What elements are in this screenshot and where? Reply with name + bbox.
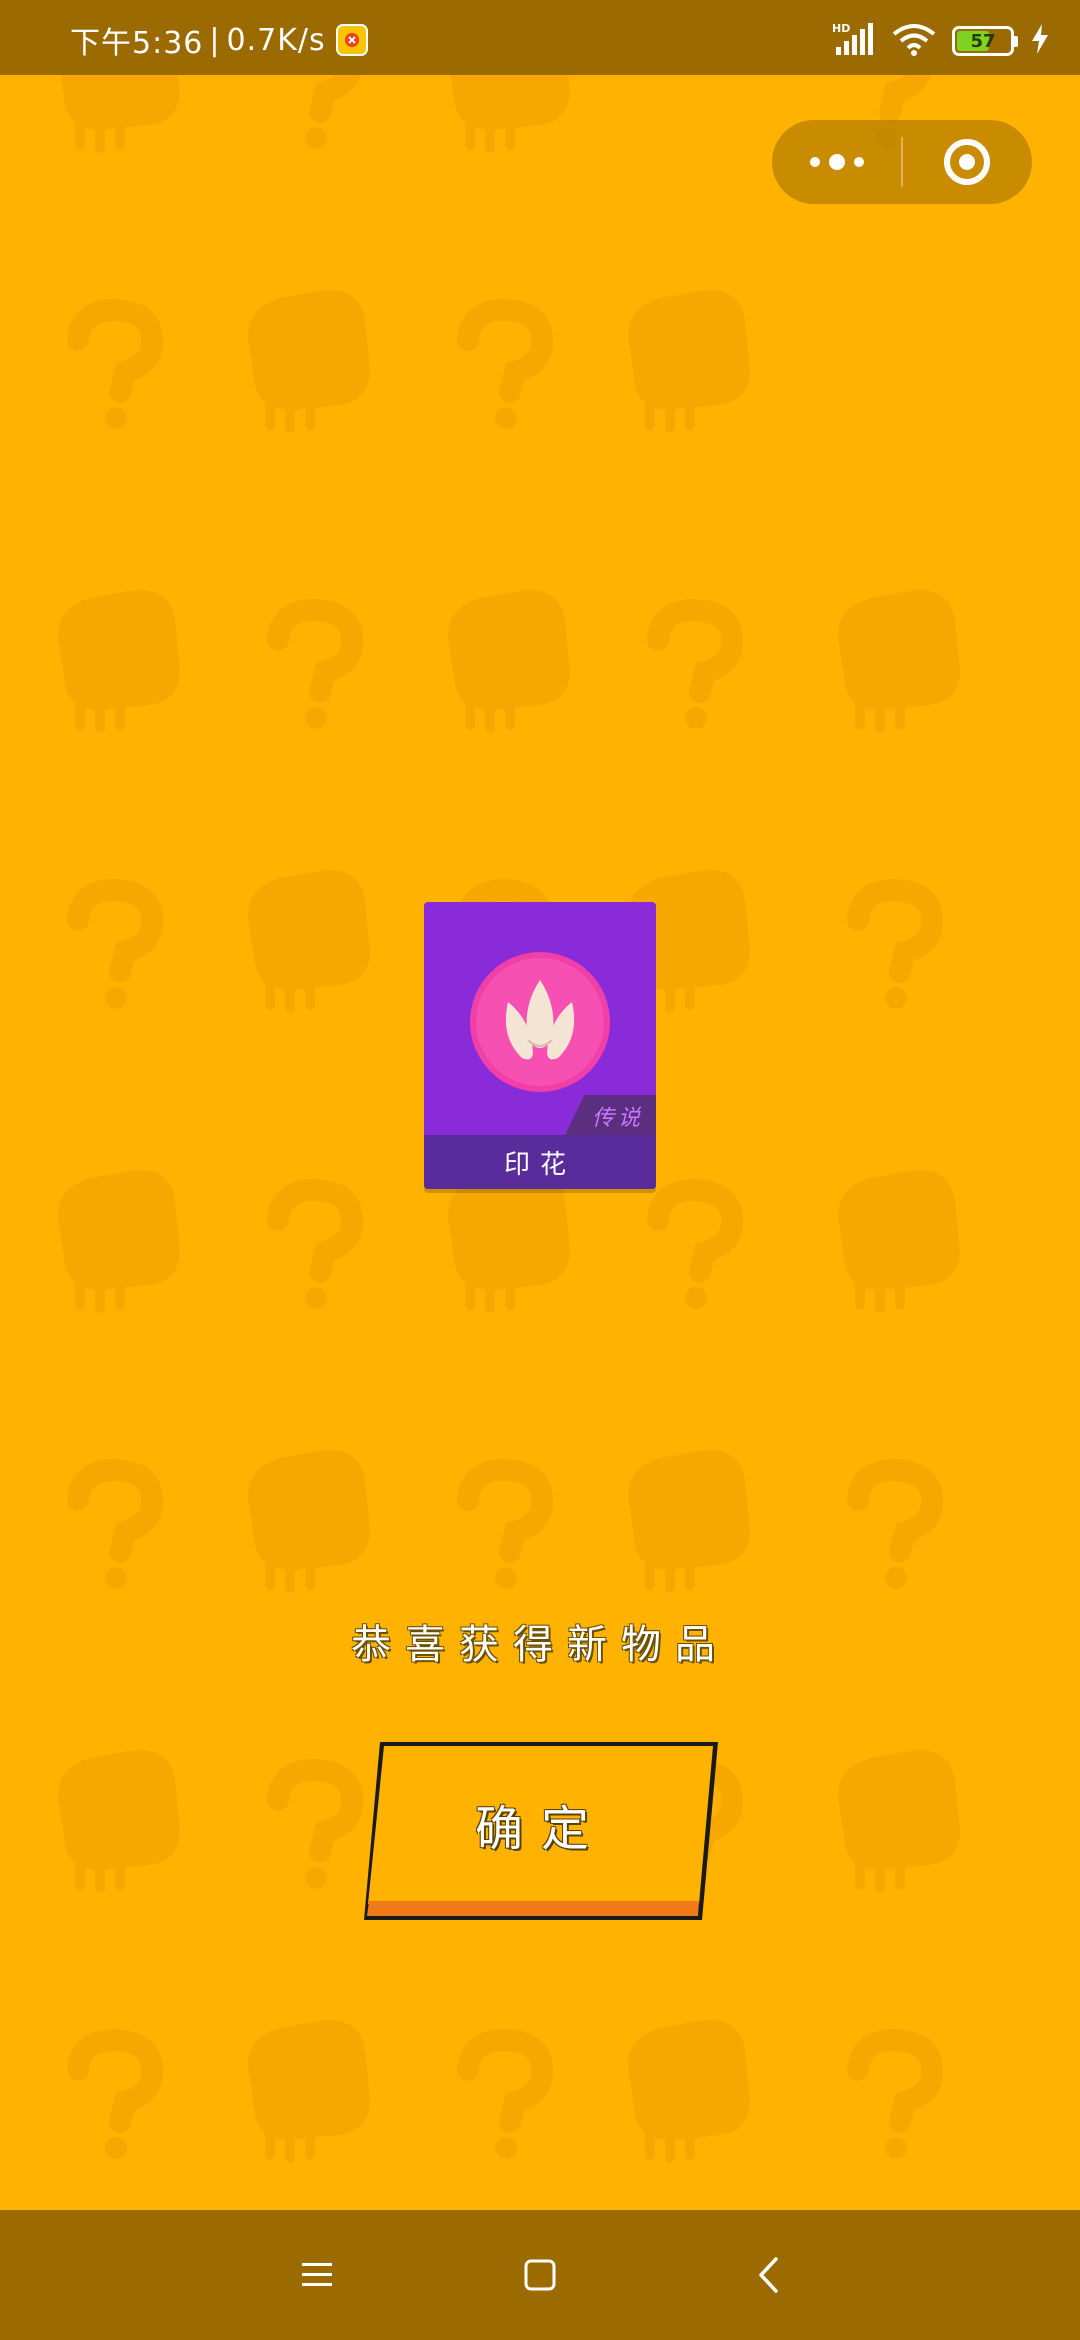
status-bar: 下午5:36 | 0.7K/s HD 57 [0, 0, 1080, 75]
charging-bolt-icon [1030, 24, 1050, 58]
more-dots-icon [809, 154, 864, 170]
wifi-icon [892, 22, 936, 60]
more-button[interactable] [772, 120, 901, 204]
reward-screen: 下午5:36 | 0.7K/s HD 57 传说 印花 恭喜获得新物品 确定 [0, 0, 1080, 2340]
congrats-message: 恭喜获得新物品 [351, 1622, 729, 1668]
signal-icon: HD [832, 21, 876, 61]
hd-label: HD [832, 22, 850, 35]
menu-button[interactable] [282, 2240, 352, 2310]
battery-icon: 57 [952, 26, 1018, 56]
home-button[interactable] [505, 2240, 575, 2310]
miniprogram-capsule [772, 120, 1032, 204]
item-name: 印花 [424, 1135, 656, 1189]
lotus-icon [470, 952, 610, 1092]
menu-icon [302, 2263, 332, 2286]
back-button[interactable] [733, 2240, 803, 2310]
status-right: HD 57 [832, 22, 1050, 60]
target-circle-icon [944, 139, 991, 185]
confirm-label: 确定 [474, 1801, 607, 1857]
confirm-button[interactable]: 确定 [362, 1738, 720, 1924]
home-square-icon [524, 2259, 556, 2291]
back-chevron-icon [759, 2257, 778, 2293]
close-miniprogram-button[interactable] [903, 120, 1032, 204]
rarity-badge: 传说 [564, 1095, 656, 1137]
status-time: 下午5:36 [70, 26, 204, 61]
status-separator: | [209, 22, 221, 58]
battery-level: 57 [970, 30, 996, 52]
status-left: 下午5:36 | 0.7K/s [70, 20, 368, 61]
network-speed: 0.7K/s [226, 22, 326, 58]
app-notification-icon [335, 24, 368, 56]
navigation-bar [0, 2210, 1080, 2340]
item-card: 传说 印花 [424, 902, 656, 1189]
